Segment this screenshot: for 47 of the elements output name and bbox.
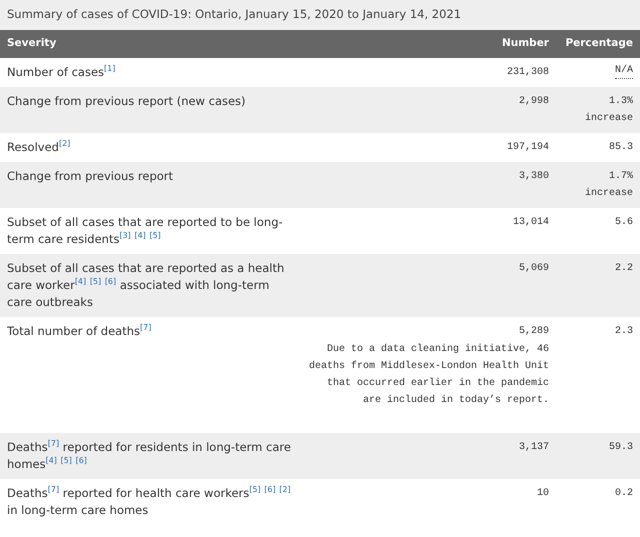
- footnote-link[interactable]: [5]: [149, 231, 161, 240]
- percentage-value: N/A: [614, 64, 633, 79]
- number-value: 197,194: [506, 141, 549, 155]
- percentage-value: 1.3%: [608, 95, 633, 109]
- number-value: 3,380: [518, 170, 549, 184]
- number-value: 231,308: [506, 66, 549, 80]
- footnote-link[interactable]: [5]: [60, 456, 72, 466]
- footnote-link[interactable]: [6]: [104, 277, 116, 286]
- table-caption: Summary of cases of COVID-19: Ontario, January 15, 2020 to January 14, 2021: [0, 0, 640, 30]
- percentage-value: 1.7%: [608, 170, 633, 184]
- footnote-link[interactable]: [5]: [249, 485, 261, 494]
- severity-label: Change from previous report (new cases): [7, 94, 246, 108]
- footnote-link[interactable]: [2]: [58, 139, 70, 148]
- footnote-link[interactable]: [6]: [76, 456, 87, 466]
- footnote-link[interactable]: [7]: [140, 323, 152, 332]
- percentage-note: increase: [584, 112, 633, 126]
- number-value: 5,289: [518, 325, 549, 339]
- number-value: 5,069: [518, 262, 549, 276]
- number-value: 10: [536, 487, 549, 501]
- number-note: Due to a data cleaning initiative, 46 deaths from Middlesex-London Health Unit that occurred earlier in the pandemic are included in today’s report.: [308, 342, 549, 408]
- footnote-link[interactable]: [7]: [48, 439, 60, 448]
- number-value: 13,014: [512, 216, 549, 230]
- severity-label: Change from previous report: [7, 169, 174, 183]
- percentage-value: 59.3: [608, 441, 633, 455]
- severity-label: Resolved$^{[2]}$: [7, 140, 70, 154]
- footnote-link[interactable]: [3]: [119, 231, 131, 240]
- percentage-note: increase: [584, 186, 633, 201]
- number-value: 2,998: [518, 95, 549, 109]
- severity-label: Total number of deaths$^{[7]}$: [7, 324, 152, 338]
- percentage-value: 2.2: [614, 262, 633, 276]
- footnote-link[interactable]: [1]: [104, 64, 116, 74]
- percentage-value: 2.3: [614, 325, 633, 339]
- column-header: Severity: [0, 30, 300, 58]
- percentage-value: 5.6: [614, 216, 633, 230]
- footnote-link[interactable]: [6]: [264, 485, 276, 494]
- footnote-link[interactable]: [2]: [279, 485, 291, 494]
- footnote-link[interactable]: [4]: [46, 456, 57, 466]
- column-header: Number: [300, 30, 556, 58]
- number-value: 3,137: [518, 441, 549, 455]
- footnote-link[interactable]: [7]: [48, 485, 60, 494]
- severity-label: Number of cases$^{[1]}$: [7, 65, 116, 79]
- footnote-link[interactable]: [5]: [90, 277, 102, 286]
- footnote-link[interactable]: [4]: [74, 277, 86, 286]
- footnote-link[interactable]: [4]: [134, 231, 146, 240]
- percentage-value: 85.3: [608, 141, 633, 155]
- percentage-value: 0.2: [614, 487, 633, 501]
- column-header: Percentage: [556, 30, 640, 58]
